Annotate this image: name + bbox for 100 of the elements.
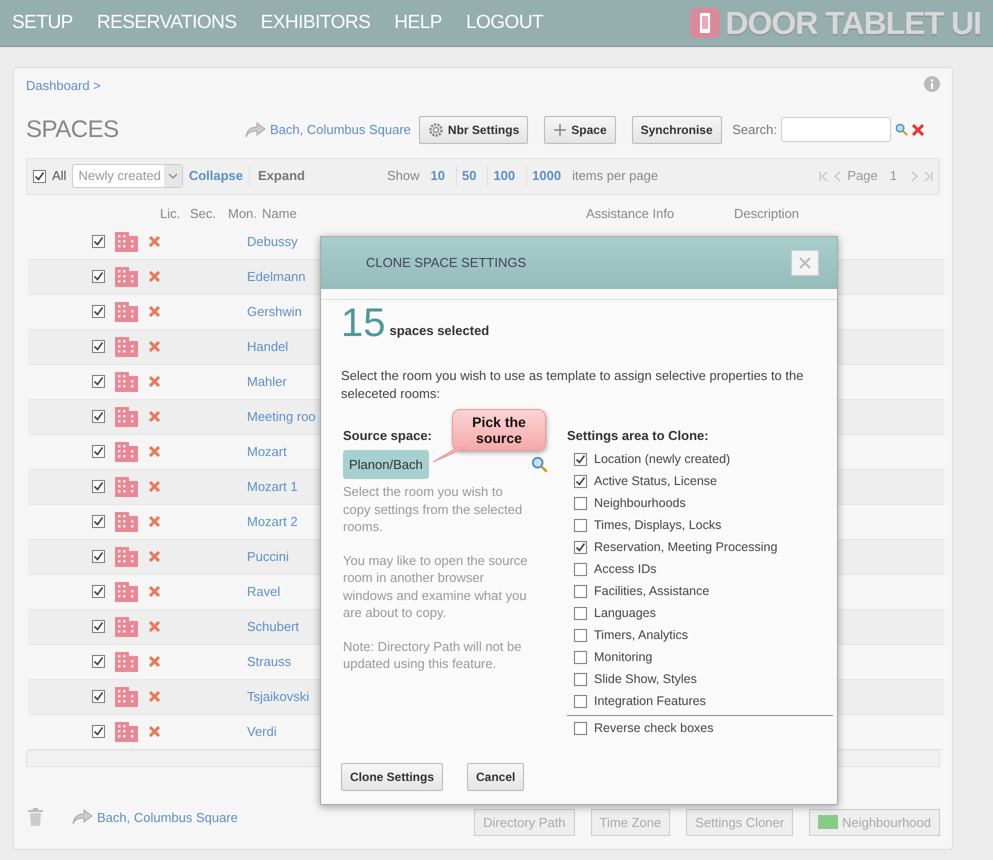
footer-button[interactable]: Neighbourhood xyxy=(809,808,940,836)
space-name-link[interactable]: Mozart 1 xyxy=(247,476,298,496)
row-checkbox[interactable] xyxy=(92,480,105,493)
select-all-checkbox[interactable] xyxy=(33,170,46,182)
space-name-link[interactable]: Handel xyxy=(247,336,288,356)
toolbar-button[interactable]: Synchronise xyxy=(632,116,722,144)
search-icon[interactable] xyxy=(895,123,908,136)
source-help: Select the room you wish to copy settings from the selected rooms. xyxy=(343,483,524,536)
delete-icon[interactable] xyxy=(149,341,160,352)
delete-icon[interactable] xyxy=(149,236,160,247)
dialog-button[interactable]: Clone Settings xyxy=(341,762,444,791)
row-checkbox[interactable] xyxy=(92,620,105,633)
building-icon xyxy=(115,302,138,322)
source-label: Source space: xyxy=(343,427,432,446)
space-name-link[interactable]: Meeting roo xyxy=(247,406,316,426)
reverse-checkbox[interactable] xyxy=(574,722,587,736)
delete-icon[interactable] xyxy=(149,551,160,562)
row-checkbox[interactable] xyxy=(92,445,105,458)
column-header: Assistance Info xyxy=(586,204,674,223)
column-header: Mon. xyxy=(228,204,257,223)
building-icon xyxy=(115,616,138,636)
row-checkbox[interactable] xyxy=(92,550,105,563)
row-checkbox[interactable] xyxy=(92,655,105,668)
search-field[interactable] xyxy=(781,117,891,142)
setting-label: Integration Features xyxy=(594,693,706,710)
row-checkbox[interactable] xyxy=(92,690,105,703)
setting-checkbox[interactable] xyxy=(574,651,587,664)
toolbar-button[interactable]: Nbr Settings xyxy=(418,116,528,144)
setting-checkbox[interactable] xyxy=(574,453,587,466)
space-name-link[interactable]: Tsjaikovski xyxy=(247,686,310,706)
delete-icon[interactable] xyxy=(149,481,160,492)
delete-icon[interactable] xyxy=(149,586,160,597)
nav-link[interactable]: LOGOUT xyxy=(466,8,544,38)
page-size-link[interactable]: 50 xyxy=(456,166,482,186)
space-name-link[interactable]: Mozart 2 xyxy=(247,512,298,532)
filter-select[interactable]: Newly created xyxy=(72,164,183,188)
nav-link[interactable]: EXHIBITORS xyxy=(260,8,370,38)
breadcrumb[interactable]: Dashboard > xyxy=(26,76,101,96)
nav-link[interactable]: RESERVATIONS xyxy=(96,8,237,38)
space-name-link[interactable]: Debussy xyxy=(247,232,298,252)
setting-label: Slide Show, Styles xyxy=(594,671,697,688)
toolbar-button[interactable]: Space xyxy=(544,116,616,144)
setting-checkbox[interactable] xyxy=(574,673,587,686)
footer-button[interactable]: Settings Cloner xyxy=(686,808,794,836)
space-name-link[interactable]: Mozart xyxy=(247,442,287,462)
selected-label: spaces selected xyxy=(390,322,490,340)
location-link[interactable]: Bach, Columbus Square xyxy=(270,120,411,140)
delete-icon[interactable] xyxy=(149,621,160,632)
delete-icon[interactable] xyxy=(149,411,160,422)
setting-checkbox[interactable] xyxy=(574,541,587,554)
delete-icon[interactable] xyxy=(149,516,160,527)
setting-checkbox[interactable] xyxy=(574,585,587,598)
location-link[interactable]: Bach, Columbus Square xyxy=(97,808,238,827)
expand-link[interactable]: Expand xyxy=(249,166,305,186)
space-name-link[interactable]: Schubert xyxy=(247,616,300,636)
collapse-link[interactable]: Collapse xyxy=(188,166,244,186)
page-size-link[interactable]: 1000 xyxy=(526,166,566,186)
setting-checkbox[interactable] xyxy=(574,497,587,510)
space-name-link[interactable]: Edelmann xyxy=(247,266,306,286)
setting-checkbox[interactable] xyxy=(574,519,587,532)
page-size-link[interactable]: 100 xyxy=(487,166,520,186)
search-icon[interactable] xyxy=(531,456,548,473)
row-checkbox[interactable] xyxy=(92,515,105,528)
setting-checkbox[interactable] xyxy=(574,629,587,642)
delete-icon[interactable] xyxy=(149,271,160,282)
nav-link[interactable]: SETUP xyxy=(12,8,73,38)
nav-link[interactable]: HELP xyxy=(394,8,442,38)
setting-checkbox[interactable] xyxy=(574,607,587,620)
delete-icon[interactable] xyxy=(149,446,160,457)
setting-checkbox[interactable] xyxy=(574,563,587,576)
space-name-link[interactable]: Mahler xyxy=(247,372,287,392)
building-icon xyxy=(115,476,138,496)
reverse-label: Reverse check boxes xyxy=(594,720,714,738)
setting-checkbox[interactable] xyxy=(574,695,587,708)
space-name-link[interactable]: Gershwin xyxy=(247,302,302,322)
space-name-link[interactable]: Verdi xyxy=(247,722,277,742)
footer-button[interactable]: Directory Path xyxy=(474,808,575,836)
clear-icon[interactable] xyxy=(912,124,924,136)
delete-icon[interactable] xyxy=(149,376,160,387)
delete-icon[interactable] xyxy=(149,656,160,667)
row-checkbox[interactable] xyxy=(92,410,105,423)
footer-button[interactable]: Time Zone xyxy=(590,808,670,836)
row-checkbox[interactable] xyxy=(92,235,105,248)
space-name-link[interactable]: Puccini xyxy=(247,546,289,566)
row-checkbox[interactable] xyxy=(92,375,105,388)
row-checkbox[interactable] xyxy=(92,270,105,283)
delete-icon[interactable] xyxy=(149,306,160,317)
row-checkbox[interactable] xyxy=(92,340,105,353)
space-name-link[interactable]: Strauss xyxy=(247,652,292,672)
setting-checkbox[interactable] xyxy=(574,475,587,488)
row-checkbox[interactable] xyxy=(92,585,105,598)
delete-icon[interactable] xyxy=(149,726,160,737)
row-checkbox[interactable] xyxy=(92,725,105,738)
row-checkbox[interactable] xyxy=(92,305,105,318)
note-text: Note: Directory Path will not be updated using this feature. xyxy=(343,638,522,674)
source-field[interactable]: Planon/Bach xyxy=(343,450,429,480)
page-size-link[interactable]: 10 xyxy=(426,166,450,186)
dialog-button[interactable]: Cancel xyxy=(467,762,524,791)
space-name-link[interactable]: Ravel xyxy=(247,582,280,602)
delete-icon[interactable] xyxy=(149,691,160,702)
